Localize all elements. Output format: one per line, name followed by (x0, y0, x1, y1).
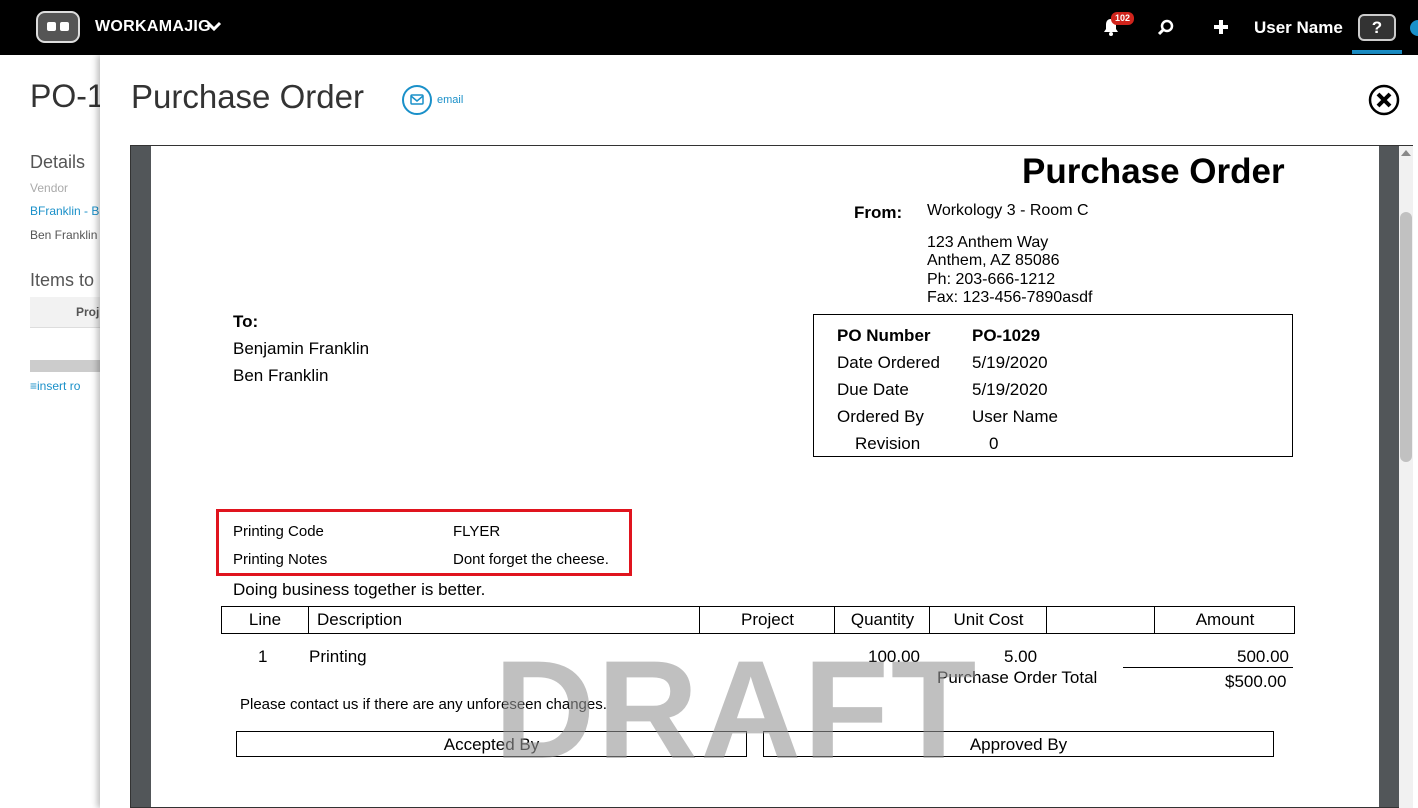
vendor-label: Vendor (30, 181, 69, 195)
address-phone: Ph: 203-666-1212 (927, 271, 1056, 288)
items-heading: Items to (30, 270, 95, 290)
draft-watermark: DRAFT (494, 631, 979, 788)
address-line: Anthem, AZ 85086 (927, 252, 1060, 269)
printing-code-value: FLYER (453, 523, 501, 540)
to-label: To: (233, 312, 259, 331)
address-fax: Fax: 123-456-7890asdf (927, 289, 1093, 306)
printing-notes-label: Printing Notes (233, 551, 328, 568)
due-date-value: 5/19/2020 (972, 380, 1048, 399)
help-icon[interactable]: ? (1358, 14, 1396, 41)
top-navigation-bar: WORKAMAJIG 102 User Name ? (0, 0, 1418, 55)
line-item-number: 1 (258, 647, 268, 666)
page-title: PO-1 (30, 78, 105, 114)
column-header-unit-cost: Unit Cost (929, 607, 1047, 633)
line-item-amount: 500.00 (1237, 647, 1289, 666)
po-number-label: PO Number (837, 326, 931, 345)
table-scrollbar[interactable] (30, 360, 100, 372)
details-heading: Details (30, 152, 86, 172)
due-date-label: Due Date (837, 380, 909, 399)
from-company: Workology 3 - Room C (927, 202, 1089, 219)
chevron-down-icon[interactable] (206, 20, 222, 32)
scrollbar-thumb[interactable] (1400, 212, 1412, 462)
total-value: $500.00 (1225, 672, 1287, 691)
add-icon[interactable] (1211, 17, 1231, 37)
printing-notes-value: Dont forget the cheese. (453, 551, 609, 568)
column-header-amount: Amount (1154, 607, 1295, 633)
address-line: 123 Anthem Way (927, 234, 1049, 251)
tagline: Doing business together is better. (233, 580, 486, 599)
column-header-line: Line (248, 610, 282, 629)
line-items-header: Line Description Project Quantity Unit C… (221, 606, 1295, 634)
table-column-project: Proj (76, 305, 100, 319)
revision-value: 0 (989, 434, 999, 453)
to-contact: Ben Franklin (233, 366, 329, 385)
ordered-by-label: Ordered By (837, 407, 924, 426)
printing-code-label: Printing Code (233, 523, 324, 540)
column-header-description: Description (308, 607, 698, 633)
column-header-project: Project (699, 607, 835, 633)
email-button[interactable]: email (437, 94, 463, 106)
column-header-quantity: Quantity (834, 607, 930, 633)
total-divider (1123, 667, 1293, 668)
panel-title: Purchase Order (131, 78, 364, 115)
brand-menu-label[interactable]: WORKAMAJIG (95, 18, 211, 36)
column-header-blank (1046, 607, 1155, 633)
user-menu[interactable]: User Name (1254, 18, 1343, 38)
vendor-link[interactable]: BFranklin - B (30, 204, 99, 218)
to-recipient: Benjamin Franklin (233, 339, 370, 358)
search-icon[interactable] (1156, 18, 1176, 38)
scroll-up-arrow-icon[interactable] (1401, 150, 1411, 156)
workamajig-logo-icon[interactable] (36, 11, 80, 43)
revision-label: Revision (855, 434, 921, 453)
date-ordered-value: 5/19/2020 (972, 353, 1048, 372)
status-dot-icon[interactable] (1410, 20, 1418, 36)
email-icon[interactable] (402, 85, 432, 115)
notification-badge: 102 (1111, 12, 1135, 25)
line-item-unit-cost: 5.00 (1004, 647, 1038, 666)
ordered-by-value: User Name (972, 407, 1058, 426)
help-active-indicator (1352, 50, 1402, 54)
line-item-description: Printing (309, 647, 367, 666)
vendor-contact: Ben Franklin (30, 228, 98, 242)
document-title: Purchase Order (1022, 152, 1285, 191)
po-number-value: PO-1029 (972, 326, 1041, 345)
from-label: From: (854, 203, 903, 222)
date-ordered-label: Date Ordered (837, 353, 940, 372)
insert-row-button[interactable]: ≡insert ro (30, 379, 80, 393)
close-icon[interactable] (1368, 84, 1400, 116)
